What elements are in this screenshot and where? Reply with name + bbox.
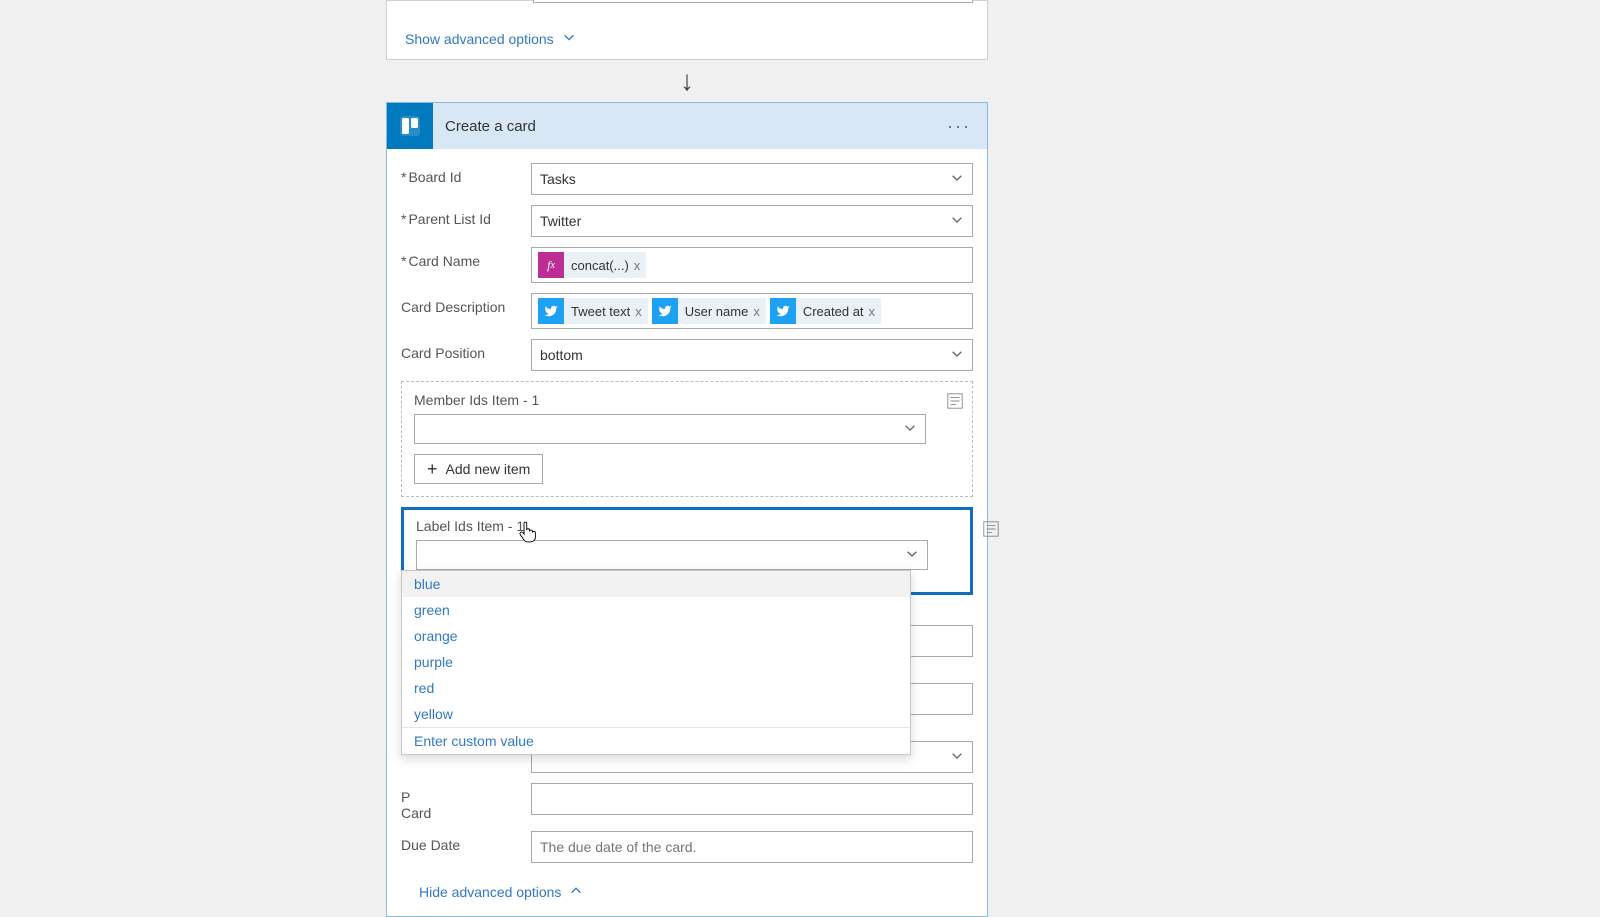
board-id-value[interactable] xyxy=(540,171,964,187)
due-date-placeholder[interactable] xyxy=(540,839,964,855)
dynamic-token-user-name[interactable]: User name x xyxy=(652,298,766,324)
token-remove-icon[interactable]: x xyxy=(753,304,760,319)
twitter-icon xyxy=(538,298,564,324)
member-ids-array: Member Ids Item - 1 + Add new item xyxy=(401,381,973,497)
parent-list-row: *Parent List Id xyxy=(401,205,973,237)
dropdown-option-orange[interactable]: orange xyxy=(402,623,910,649)
parent-list-select[interactable] xyxy=(531,205,973,237)
chevron-down-icon xyxy=(562,30,576,47)
action-title: Create a card xyxy=(433,118,536,135)
switch-mode-button[interactable] xyxy=(946,392,966,412)
board-id-select[interactable] xyxy=(531,163,973,195)
member-ids-select[interactable] xyxy=(414,414,926,444)
dropdown-option-blue[interactable]: blue xyxy=(402,571,910,597)
prev-field-stub xyxy=(533,0,973,3)
dropdown-option-green[interactable]: green xyxy=(402,597,910,623)
member-ids-label: Member Ids Item - 1 xyxy=(414,392,960,408)
show-advanced-label: Show advanced options xyxy=(405,31,554,47)
dynamic-token-tweet-text[interactable]: Tweet text x xyxy=(538,298,648,324)
parent-list-value[interactable] xyxy=(540,213,964,229)
create-card-action: Create a card ··· *Board Id *Parent List… xyxy=(386,102,988,917)
card-position-select[interactable] xyxy=(531,339,973,371)
add-item-label: Add new item xyxy=(446,461,531,477)
card-name-row: *Card Name fx concat(...) x xyxy=(401,247,973,283)
trello-icon xyxy=(387,103,433,149)
chevron-up-icon xyxy=(569,883,583,900)
chevron-down-icon xyxy=(950,749,964,766)
previous-card-label: P Card xyxy=(401,783,531,821)
due-date-label: Due Date xyxy=(401,831,531,853)
token-label: Tweet text xyxy=(569,304,630,319)
token-label: User name xyxy=(683,304,749,319)
card-description-label: Card Description xyxy=(401,293,531,315)
dynamic-token-created-at[interactable]: Created at x xyxy=(770,298,881,324)
label-ids-array: Label Ids Item - 1 blue green orange pur… xyxy=(401,507,973,595)
card-name-input[interactable]: fx concat(...) x xyxy=(531,247,973,283)
due-date-input[interactable] xyxy=(531,831,973,863)
add-member-item-button[interactable]: + Add new item xyxy=(414,454,543,484)
card-position-label: Card Position xyxy=(401,339,531,361)
due-date-row: Due Date xyxy=(401,831,973,863)
action-body: *Board Id *Parent List Id *Card Name fx xyxy=(387,149,987,916)
dropdown-option-purple[interactable]: purple xyxy=(402,649,910,675)
parent-list-label: *Parent List Id xyxy=(401,205,531,227)
label-ids-label: Label Ids Item - 1 xyxy=(416,518,958,534)
card-position-row: Card Position xyxy=(401,339,973,371)
board-id-row: *Board Id xyxy=(401,163,973,195)
previous-action-card: Show advanced options xyxy=(386,0,988,60)
dropdown-option-yellow[interactable]: yellow xyxy=(402,701,910,727)
token-remove-icon[interactable]: x xyxy=(869,304,876,319)
token-remove-icon[interactable]: x xyxy=(634,258,641,273)
twitter-icon xyxy=(770,298,796,324)
chevron-down-icon xyxy=(903,421,917,438)
card-position-value[interactable] xyxy=(540,347,964,363)
card-description-input[interactable]: Tweet text x User name x Created at x xyxy=(531,293,973,329)
dropdown-option-custom[interactable]: Enter custom value xyxy=(402,727,910,754)
board-id-label: *Board Id xyxy=(401,163,531,185)
plus-icon: + xyxy=(427,459,438,480)
chevron-down-icon xyxy=(905,547,919,564)
twitter-icon xyxy=(652,298,678,324)
card-description-row: Card Description Tweet text x User name … xyxy=(401,293,973,329)
dropdown-option-red[interactable]: red xyxy=(402,675,910,701)
previous-card-input[interactable] xyxy=(531,783,973,815)
previous-card-row: P Card xyxy=(401,783,973,821)
token-label: Created at xyxy=(801,304,864,319)
show-advanced-link[interactable]: Show advanced options xyxy=(387,30,576,47)
token-remove-icon[interactable]: x xyxy=(635,304,642,319)
label-ids-select[interactable] xyxy=(416,540,928,570)
action-header[interactable]: Create a card ··· xyxy=(387,103,987,149)
label-ids-dropdown: blue green orange purple red yellow Ente… xyxy=(401,570,911,755)
hide-advanced-label: Hide advanced options xyxy=(419,884,561,900)
expression-token[interactable]: fx concat(...) x xyxy=(538,252,646,278)
action-menu-button[interactable]: ··· xyxy=(947,116,987,137)
fx-icon: fx xyxy=(538,252,564,278)
flow-arrow-icon: ↓ xyxy=(386,60,988,102)
switch-mode-button[interactable] xyxy=(982,520,1002,540)
token-label: concat(...) xyxy=(569,258,629,273)
hide-advanced-link[interactable]: Hide advanced options xyxy=(401,883,583,900)
card-name-label: *Card Name xyxy=(401,247,531,269)
